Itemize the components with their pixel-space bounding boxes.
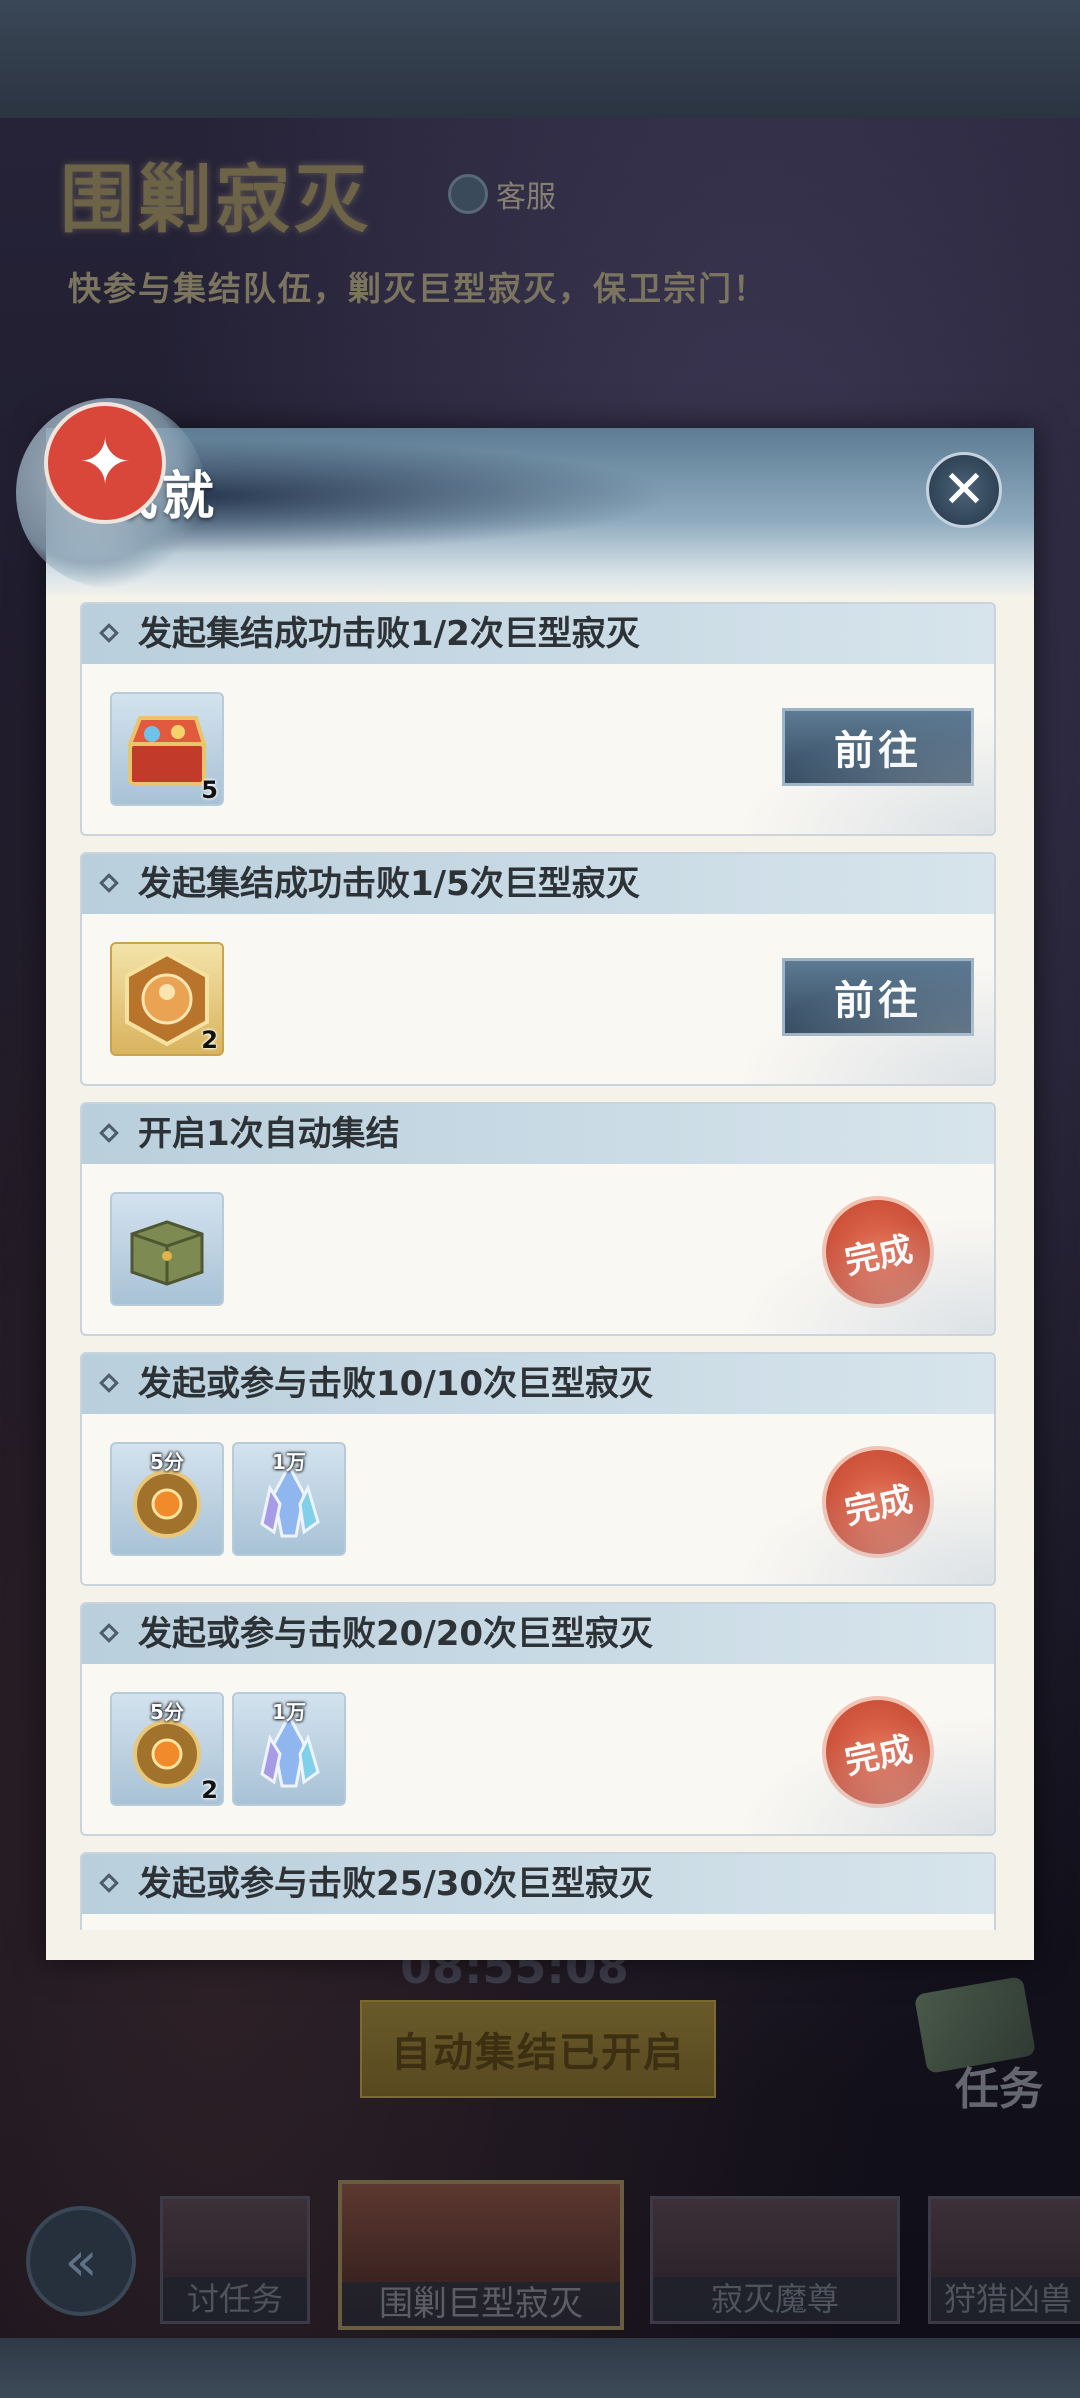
achievement-title: 发起或参与击败10/10次巨型寂灭 (138, 1364, 654, 1404)
achievement-card: 发起或参与击败20/20次巨型寂灭 5分 2 1万 完成 (80, 1602, 996, 1836)
completed-stamp: 完成 (811, 1685, 945, 1819)
completed-stamp: 完成 (811, 1435, 945, 1569)
reward-item[interactable]: 5分 2 (110, 1692, 224, 1806)
achievement-title: 开启1次自动集结 (138, 1114, 400, 1154)
close-button[interactable]: ✕ (926, 452, 1002, 528)
reward-item[interactable]: 1万 (232, 1442, 346, 1556)
goto-button[interactable]: 前往 (782, 958, 974, 1036)
reward-item[interactable]: 2 (110, 942, 224, 1056)
close-icon: ✕ (942, 460, 986, 520)
diamond-icon (99, 873, 119, 893)
card-header: 发起或参与击败25/30次巨型寂灭 (82, 1854, 994, 1914)
achievement-card: 发起集结成功击败1/5次巨型寂灭 2 前往 (80, 852, 996, 1086)
card-header: 发起集结成功击败1/5次巨型寂灭 (82, 854, 994, 914)
achievement-title: 发起或参与击败25/30次巨型寂灭 (138, 1864, 654, 1904)
diamond-icon (99, 1873, 119, 1893)
reward-count: 2 (201, 1776, 218, 1804)
achievement-title: 发起集结成功击败1/5次巨型寂灭 (138, 864, 640, 904)
reward-count: 2 (201, 1026, 218, 1054)
achievement-card: 发起或参与击败25/30次巨型寂灭 (80, 1852, 996, 1930)
achievement-card: 发起集结成功击败1/2次巨型寂灭 5 前往 (80, 602, 996, 836)
reward-item[interactable] (110, 1192, 224, 1306)
modal-header: 成就 ✕ (16, 398, 1034, 598)
achievement-title: 发起或参与击败20/20次巨型寂灭 (138, 1614, 654, 1654)
achievement-card: 开启1次自动集结 完成 (80, 1102, 996, 1336)
diamond-icon (99, 1623, 119, 1643)
card-header: 开启1次自动集结 (82, 1104, 994, 1164)
app-badge-icon[interactable]: ✦ (44, 402, 166, 524)
reward-count: 5 (201, 776, 218, 804)
reward-tag: 5分 (150, 1700, 184, 1724)
achievement-list[interactable]: 发起集结成功击败1/2次巨型寂灭 5 前往 发起集结成功击败1/5次巨型寂灭 2… (80, 602, 996, 1930)
reward-item[interactable]: 5分 (110, 1442, 224, 1556)
reward-item[interactable]: 1万 (232, 1692, 346, 1806)
reward-tag: 1万 (272, 1450, 306, 1474)
achievement-title: 发起集结成功击败1/2次巨型寂灭 (138, 614, 640, 654)
card-header: 发起或参与击败10/10次巨型寂灭 (82, 1354, 994, 1414)
achievement-card: 发起或参与击败10/10次巨型寂灭 5分 1万 完成 (80, 1352, 996, 1586)
goto-button[interactable]: 前往 (782, 708, 974, 786)
diamond-icon (99, 1123, 119, 1143)
reward-item[interactable]: 5 (110, 692, 224, 806)
diamond-icon (99, 623, 119, 643)
reward-tag: 1万 (272, 1700, 306, 1724)
card-header: 发起集结成功击败1/2次巨型寂灭 (82, 604, 994, 664)
green-box-icon (130, 1220, 204, 1286)
reward-tag: 5分 (150, 1450, 184, 1474)
completed-stamp: 完成 (811, 1185, 945, 1319)
card-header: 发起或参与击败20/20次巨型寂灭 (82, 1604, 994, 1664)
achievements-modal: 成就 ✕ 发起集结成功击败1/2次巨型寂灭 5 前往 发起集结成功击败1/5次巨… (16, 398, 1034, 1960)
diamond-icon (99, 1373, 119, 1393)
